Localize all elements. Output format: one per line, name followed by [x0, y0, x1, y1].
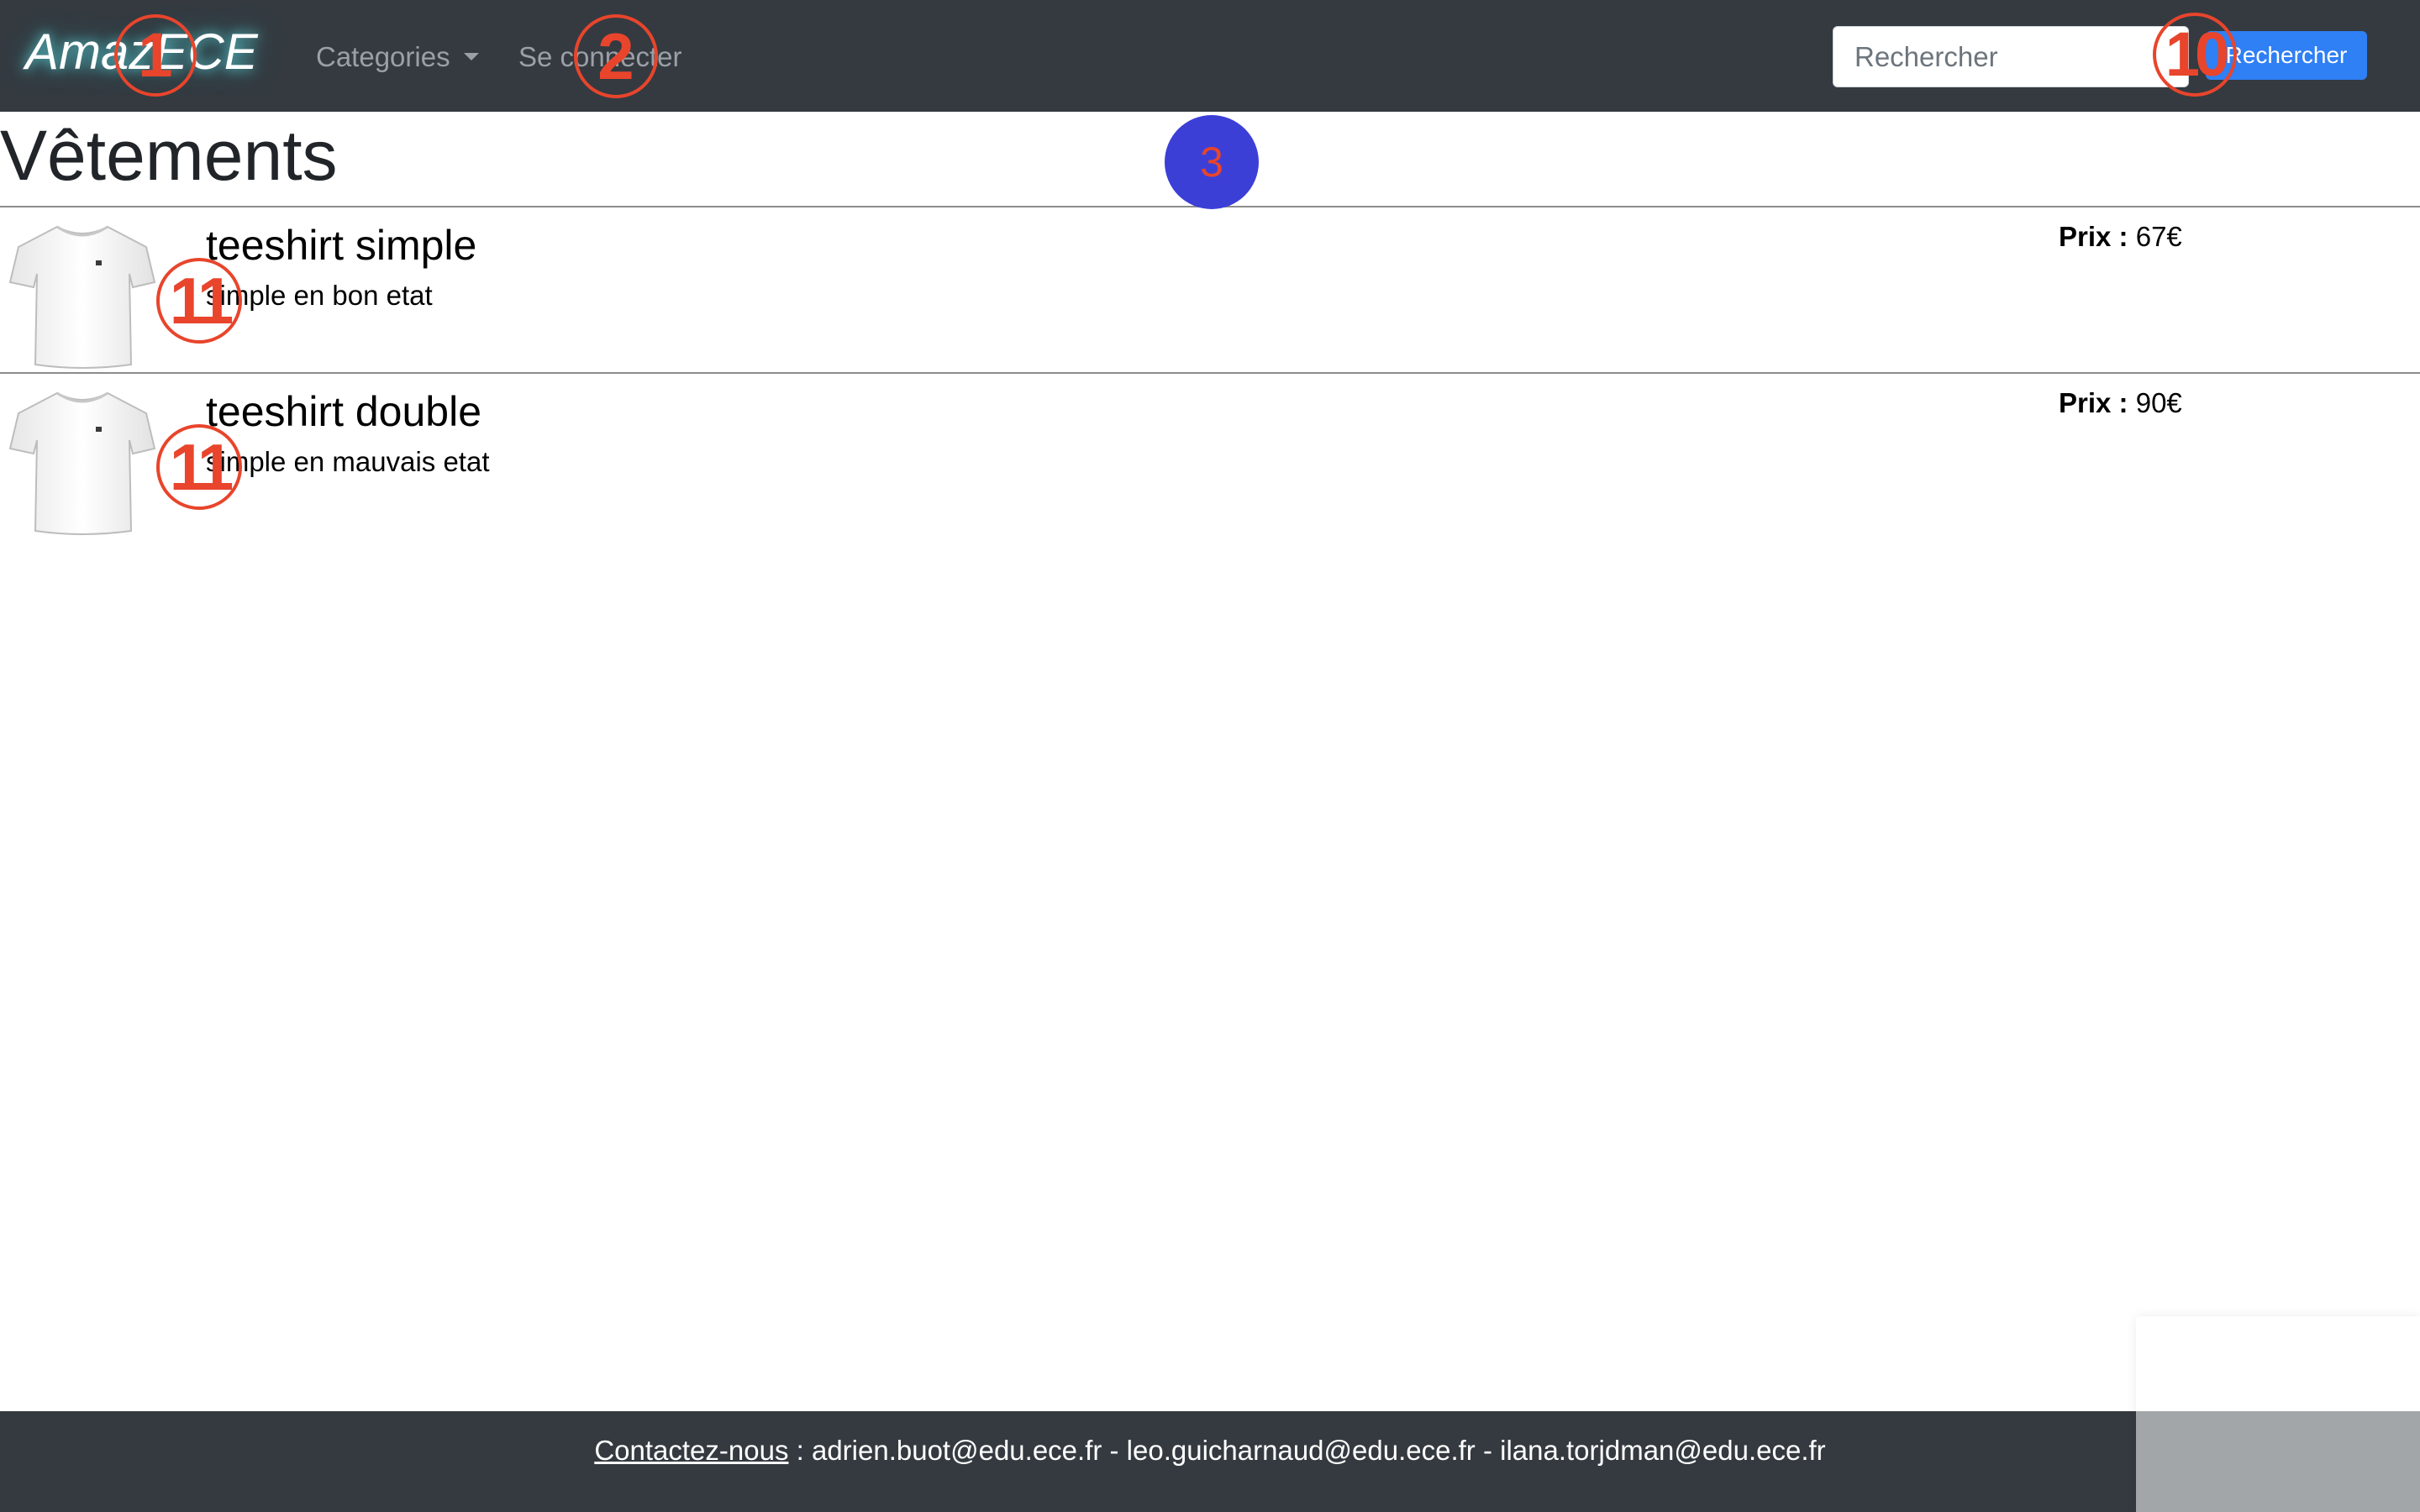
product-description: simple en mauvais etat [206, 446, 490, 477]
annotation-marker-3: 3 [1165, 115, 1259, 209]
tshirt-image[interactable] [8, 220, 156, 371]
annotation-marker-11: 11 [156, 424, 242, 510]
tshirt-image[interactable] [8, 386, 156, 538]
footer-emails: adrien.buot@edu.ece.fr - leo.guicharnaud… [811, 1435, 1826, 1466]
price-label: Prix : [2059, 387, 2128, 418]
footer-contact-line: Contactez-nous : adrien.buot@edu.ece.fr … [0, 1411, 2420, 1472]
chevron-down-icon [463, 53, 479, 60]
price-value: 67€ [2135, 221, 2182, 252]
price-label: Prix : [2059, 221, 2128, 252]
price-value: 90€ [2135, 387, 2182, 418]
product-price: Prix : 67€ [2059, 220, 2182, 254]
annotation-marker-11: 11 [156, 258, 242, 344]
contact-link[interactable]: Contactez-nous [594, 1435, 788, 1466]
product-name[interactable]: teeshirt double [206, 386, 481, 437]
categories-label: Categories [316, 41, 450, 72]
search-input[interactable] [1833, 26, 2189, 87]
annotation-marker-10: 10 [2153, 13, 2237, 97]
product-name[interactable]: teeshirt simple [206, 220, 476, 270]
product-row[interactable]: teeshirt double simple en mauvais etat P… [0, 374, 2420, 538]
annotation-marker-2: 2 [574, 14, 658, 98]
categories-dropdown[interactable]: Categories [316, 34, 479, 81]
page-title: Vêtements [0, 116, 338, 195]
footer: Contactez-nous : adrien.buot@edu.ece.fr … [0, 1411, 2420, 1512]
overlay-panel [2136, 1316, 2420, 1512]
top-navbar: AmazECE Categories Se connecter Recherch… [0, 0, 2420, 112]
annotation-marker-1: 1 [114, 14, 197, 97]
product-row[interactable]: teeshirt simple simple en bon etat Prix … [0, 207, 2420, 372]
product-price: Prix : 90€ [2059, 386, 2182, 420]
footer-separator: : [788, 1435, 812, 1466]
